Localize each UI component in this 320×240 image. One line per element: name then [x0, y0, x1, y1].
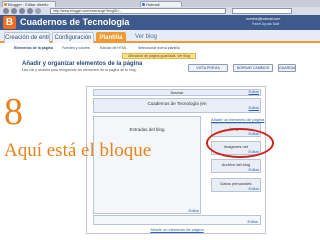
sidebar-gadget-profile[interactable]: Datos personales Editar — [211, 178, 261, 192]
edit-link[interactable]: Editar — [189, 208, 199, 213]
gadget-label: Navbar — [170, 90, 184, 95]
hotmail-favicon-icon — [142, 3, 145, 6]
page-description: Haz clic y arrastra para reorganizar los… — [22, 68, 137, 72]
navbar-gadget[interactable]: Navbar Editar — [93, 89, 261, 96]
blog-posts-gadget[interactable]: Entradas del blog Editar — [93, 116, 201, 214]
tab-view-blog[interactable]: Ver blog — [130, 32, 162, 43]
browser-search-input[interactable] — [232, 8, 292, 14]
footer-gadget[interactable]: Editar — [93, 215, 261, 225]
main-tabs: Creación de entradas Configuración Plant… — [0, 30, 320, 43]
gadget-label: Cuadernos de Tecnología (en — [147, 101, 207, 106]
edit-link[interactable]: Editar — [249, 103, 259, 112]
sidebar-gadget-image[interactable]: Imagen Editar — [211, 123, 261, 137]
user-links[interactable]: Panel Ayuda Salir — [252, 22, 280, 26]
home-icon[interactable] — [35, 8, 41, 14]
user-email: nombre@hotmail.com — [246, 17, 281, 21]
save-button[interactable]: GUARDAR — [278, 64, 296, 72]
template-subnav: Elementos de la página Fuentes y colores… — [0, 45, 320, 52]
edit-link[interactable]: Editar — [248, 219, 258, 224]
sidebar-gadget-archive[interactable]: Archivo del blog Editar — [211, 159, 261, 173]
gadget-label: Datos personales — [220, 181, 252, 186]
blogger-favicon-icon — [4, 3, 7, 6]
browser-tabstrip: Blogger : Editar diseño Hotmail — [0, 0, 320, 7]
gadget-label: imagenes.net — [223, 144, 248, 149]
reload-icon[interactable] — [19, 8, 25, 14]
tab-settings[interactable]: Configuración — [52, 32, 94, 43]
edit-link[interactable]: Editar — [249, 131, 259, 136]
edit-link[interactable]: Editar — [249, 186, 259, 191]
subnav-fonts-colors[interactable]: Fuentes y colores — [62, 45, 90, 52]
blogger-logo-icon: B — [3, 16, 16, 29]
step-number: 8 — [4, 91, 23, 133]
back-icon[interactable] — [3, 8, 9, 14]
blogger-header: B Cuadernos de Tecnologia nombre@hotmail… — [0, 15, 320, 30]
saved-notice: Ubicación de página guardada. Ver blog — [122, 53, 196, 59]
edit-link[interactable]: Editar — [249, 90, 259, 95]
tab-template[interactable]: Plantilla — [96, 32, 126, 43]
step-caption: Aquí está el bloque — [4, 140, 152, 161]
address-bar[interactable]: http://www.blogger.com/rearrange?blogID=… — [50, 8, 226, 14]
subnav-edit-html[interactable]: Edición de HTML — [100, 45, 127, 52]
preview-button[interactable]: VISTA PREVIA — [188, 64, 228, 72]
forward-icon[interactable] — [11, 8, 17, 14]
edit-link[interactable]: Editar — [249, 167, 259, 172]
stop-icon[interactable] — [27, 8, 33, 14]
subnav-new-template[interactable]: Seleccionar nueva plantilla — [138, 45, 180, 52]
edit-link[interactable]: Editar — [249, 149, 259, 154]
add-gadget-link-footer[interactable]: Añadir un elemento de página — [93, 227, 261, 232]
clear-changes-button[interactable]: BORRAR CAMBIOS — [233, 64, 273, 72]
subnav-page-elements[interactable]: Elementos de la página — [14, 45, 53, 52]
add-gadget-link-sidebar[interactable]: Añadir un elemento de página — [211, 117, 264, 122]
gadget-label: Archivo del blog — [221, 162, 251, 167]
gadget-label: Entradas del blog — [129, 127, 165, 132]
browser-navbar: http://www.blogger.com/rearrange?blogID=… — [0, 7, 320, 15]
page-title: Añadir y organizar elementos de la págin… — [22, 61, 143, 67]
blog-title: Cuadernos de Tecnologia — [20, 17, 130, 27]
sidebar-gadget-new-block[interactable]: imagenes.net Editar — [211, 141, 261, 155]
tab-posting[interactable]: Creación de entradas — [4, 32, 50, 43]
header-gadget[interactable]: Cuadernos de Tecnología (en Editar — [93, 98, 261, 113]
gadget-label: Imagen — [229, 126, 243, 131]
